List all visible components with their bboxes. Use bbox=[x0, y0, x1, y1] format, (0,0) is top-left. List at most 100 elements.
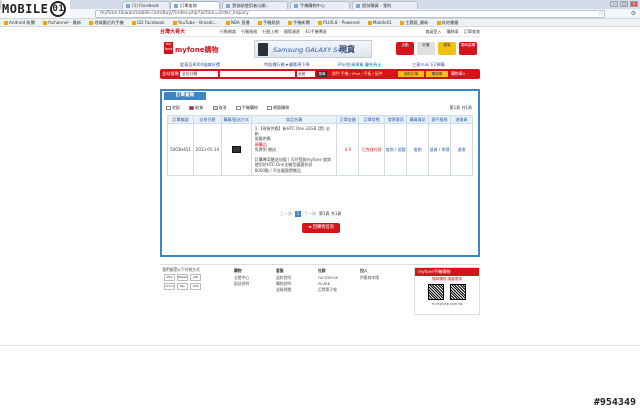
top-link[interactable]: 行動上網 bbox=[263, 29, 279, 34]
tv-icon bbox=[231, 145, 241, 153]
bookmark-item[interactable]: 主題區_最新 bbox=[400, 19, 428, 26]
tab-other-1[interactable]: 我協助使用者公開... bbox=[222, 1, 288, 9]
next-page-link[interactable]: 下一頁 bbox=[304, 211, 316, 217]
page-number[interactable]: 1 bbox=[295, 211, 301, 217]
footer-link[interactable]: 退貨問題 bbox=[276, 287, 291, 293]
prev-page-link[interactable]: 上一頁 bbox=[280, 211, 292, 217]
cart-count[interactable]: 購物車0 bbox=[451, 69, 465, 79]
order-table: 訂單編號 交易日期 購買/配送方式 商品名稱 訂單金額 訂單狀態 發票資訊 購買… bbox=[167, 115, 474, 176]
invoice-link[interactable]: 查詢 / 追蹤 bbox=[384, 123, 408, 176]
login-link[interactable]: 會員登入 bbox=[425, 29, 441, 34]
tab-favicon bbox=[226, 3, 230, 8]
window-controls: – □ × bbox=[610, 1, 638, 7]
search-input[interactable] bbox=[220, 71, 295, 77]
my-orders-button[interactable]: 我的訂單 bbox=[398, 71, 424, 77]
service-link[interactable]: 退貨 / 申請 bbox=[428, 123, 451, 176]
mobile-promo-sub: 隨時購物 隨處優惠 bbox=[432, 277, 462, 281]
tab-facebook[interactable]: (1) Facebook bbox=[122, 1, 170, 9]
bookmark-item[interactable]: PLUS.8 - Powered bbox=[318, 19, 360, 26]
legend-swatch bbox=[267, 105, 273, 110]
site-content: 台灣大哥大 行動網路 行動服務 行動上網 國際漫遊 4G手機專區 會員登入 購物… bbox=[160, 27, 480, 315]
divider bbox=[0, 345, 640, 346]
footer-col-service: 客服 退款說明 購物說明 退貨問題 bbox=[276, 268, 292, 293]
myfone-logo-icon[interactable]: my fone bbox=[164, 42, 173, 54]
column-header: 交易日期 bbox=[192, 115, 222, 124]
carrier-logo[interactable]: 台灣大哥大 bbox=[160, 29, 185, 35]
search-button[interactable]: 搜尋 bbox=[317, 71, 327, 77]
bookmark-item[interactable]: 地域最近的手機 bbox=[89, 19, 124, 26]
top-link[interactable]: 行動服務 bbox=[241, 29, 257, 34]
cart-link[interactable]: 購物車 bbox=[447, 29, 459, 34]
buy-info-link[interactable]: 查詢 bbox=[406, 123, 430, 176]
order-number[interactable]: 5003H451 bbox=[167, 123, 194, 176]
bookmark-icon bbox=[288, 20, 293, 25]
bookmark-star-icon[interactable]: ☆ bbox=[598, 10, 603, 17]
bookmark-item[interactable]: fschannel - 最新 bbox=[43, 19, 81, 26]
column-header: 訂單編號 bbox=[167, 115, 194, 124]
bookmark-item[interactable]: GD Facebook bbox=[132, 19, 165, 26]
mobile-app-promo[interactable]: myfone手機購物 隨時購物 隨處優惠 m.myfone.com.tw bbox=[414, 267, 480, 315]
payment-cards: VISA Master JCB Union Pay ATM bbox=[164, 274, 206, 290]
site-top-bar: 台灣大哥大 行動網路 行動服務 行動上網 國際漫遊 4G手機專區 會員登入 購物… bbox=[160, 27, 480, 36]
hot-keywords[interactable]: 熱門 手機 / iPad / 平板 / 配件 bbox=[332, 69, 383, 79]
bookmark-item[interactable]: YouTube - Broadc... bbox=[172, 19, 218, 26]
url-input[interactable]: myfone.taiwanmobile.com/buy/?index.php?a… bbox=[95, 10, 605, 18]
mastercard-icon: Master bbox=[177, 274, 188, 281]
top-link[interactable]: 行動網路 bbox=[220, 29, 236, 34]
bookmark-item[interactable]: Mobile01 bbox=[367, 19, 392, 26]
bookmark-item[interactable]: 手機新聞 bbox=[288, 19, 310, 26]
tab-order-inquiry[interactable]: 訂單查詢 bbox=[170, 1, 220, 9]
phone-image bbox=[258, 43, 268, 56]
marquee-link[interactable]: 特殺價行動★優惠現下降 bbox=[264, 61, 310, 69]
minimize-icon[interactable]: – bbox=[610, 1, 618, 7]
column-header: 客戶服務 bbox=[428, 115, 451, 124]
top-link[interactable]: 4G手機專區 bbox=[305, 29, 327, 34]
footer-link[interactable]: 供應商申請 bbox=[360, 275, 379, 281]
maximize-icon[interactable]: □ bbox=[620, 1, 628, 7]
atm-icon: ATM bbox=[190, 283, 201, 290]
tab-other-2[interactable]: 手機購物中心 bbox=[290, 1, 350, 9]
top-link[interactable]: 國際漫遊 bbox=[284, 29, 300, 34]
promo-badge[interactable]: 活動 bbox=[396, 42, 414, 55]
brand-header: my fone myfone購物 Samsung GALAXY S4 現貨 活動 … bbox=[160, 36, 480, 61]
order-link[interactable]: 訂單查詢 bbox=[464, 29, 480, 34]
banner-tag: 現貨 bbox=[339, 45, 355, 54]
promo-badge[interactable]: 限時搶購 bbox=[459, 42, 477, 55]
footer-link[interactable]: 配送說明 bbox=[234, 281, 249, 287]
legend-item: 取消 bbox=[212, 105, 227, 110]
brand-name[interactable]: myfone購物 bbox=[175, 45, 218, 55]
promo-badge[interactable]: 優惠 bbox=[438, 42, 456, 55]
back-to-shop-button[interactable]: ◄ 回購物首頁 bbox=[302, 223, 340, 233]
return-link[interactable]: 退換 bbox=[449, 123, 474, 176]
bookmark-item[interactable]: NBA 直播 bbox=[226, 19, 250, 26]
address-bar: ◀ ▶ ↻ ⌂ myfone.taiwanmobile.com/buy/?ind… bbox=[0, 9, 640, 19]
account-links: 會員登入 購物車 訂單查詢 bbox=[421, 27, 480, 36]
bookmarks-bar: Android 新聞 fschannel - 最新 地域最近的手機 GD Fac… bbox=[0, 19, 640, 27]
bookmark-item[interactable]: 其他書籤 bbox=[436, 19, 458, 26]
bookmark-item[interactable]: Android 新聞 bbox=[4, 19, 35, 26]
legend-item: 取貨 bbox=[189, 105, 203, 110]
bookmark-icon bbox=[226, 20, 231, 25]
banner-text: Samsung GALAXY S4 bbox=[273, 46, 342, 54]
marquee-link[interactable]: 三星mini下2預購 bbox=[412, 61, 445, 69]
promo-badge[interactable]: 好康 bbox=[417, 42, 435, 55]
column-header: 購買資訊 bbox=[406, 115, 430, 124]
marquee-link[interactable]: 愛瘋吾8000抽拿好禮 bbox=[180, 61, 220, 69]
category-select[interactable]: 全站分類 bbox=[180, 71, 218, 77]
close-icon[interactable]: × bbox=[630, 1, 638, 7]
mobile-promo-title: myfone手機購物 bbox=[415, 268, 479, 276]
marquee-link[interactable]: iPad台灣現貨 優先為止 bbox=[338, 61, 382, 69]
bookmark-item[interactable]: 手機熱銷 bbox=[257, 19, 280, 26]
footer-col-social: 社群 FACEBOOK PLURK 訂閱電子報 bbox=[318, 268, 339, 293]
cart-button[interactable]: 購物車 bbox=[426, 71, 448, 77]
wrench-icon[interactable]: ⚙ bbox=[631, 10, 636, 17]
page-count-top: 第1頁 共1頁 bbox=[449, 105, 472, 110]
tab-other-3[interactable]: 提前購買 - 我的 bbox=[352, 1, 418, 9]
footer-link[interactable]: 訂閱電子報 bbox=[318, 287, 338, 293]
top-links: 行動網路 行動服務 行動上網 國際漫遊 4G手機專區 bbox=[220, 27, 331, 36]
qr-code-icon bbox=[428, 284, 444, 300]
scope-select[interactable]: 全館 bbox=[297, 71, 315, 77]
galaxy-s4-banner[interactable]: Samsung GALAXY S4 現貨 bbox=[254, 40, 372, 58]
legend-item: 網路購物 bbox=[267, 105, 289, 110]
page-summary: 第1頁 共1頁 bbox=[319, 211, 342, 216]
